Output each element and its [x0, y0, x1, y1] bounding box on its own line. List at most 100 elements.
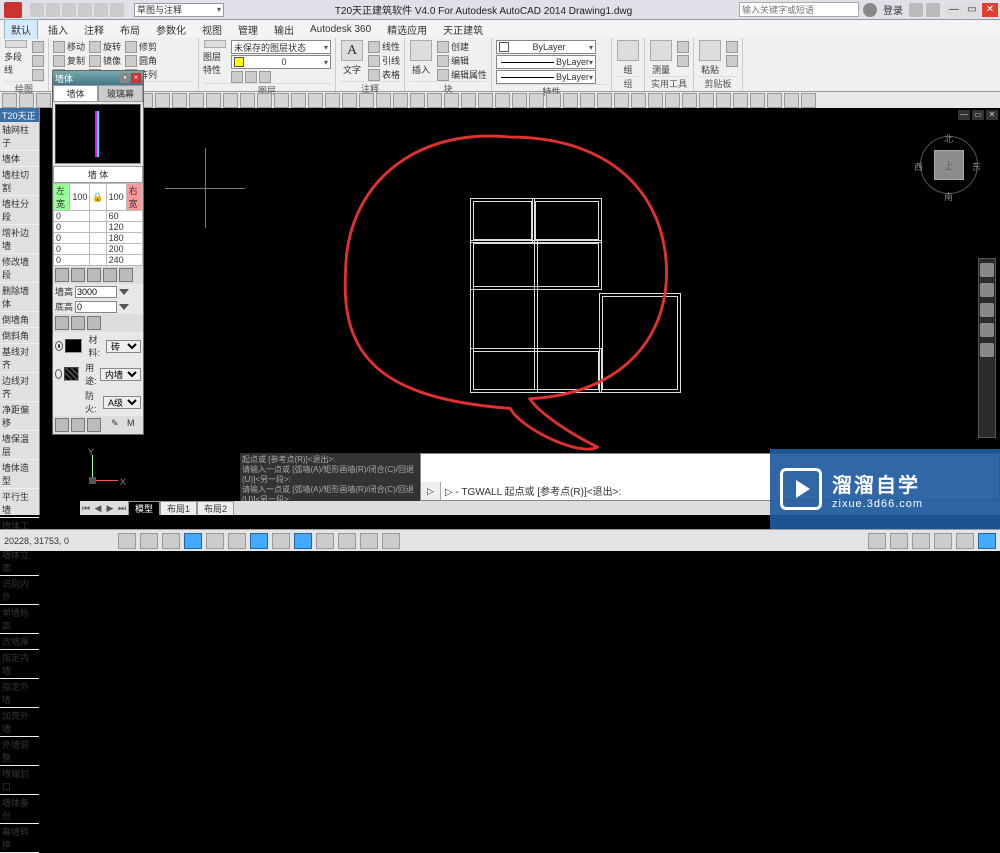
tab-featured[interactable]: 精选应用	[381, 20, 433, 39]
tool1-11[interactable]	[189, 93, 204, 108]
quick-access-toolbar[interactable]	[30, 3, 124, 17]
tab-first-icon[interactable]: ⏮	[80, 503, 92, 514]
move-label[interactable]: 移动	[67, 40, 85, 53]
inner-tab-wall[interactable]: 墙 体	[53, 166, 143, 183]
tool1-23[interactable]	[393, 93, 408, 108]
lwt-toggle[interactable]	[316, 533, 334, 549]
wall-base-input[interactable]	[75, 301, 117, 313]
util2-icon[interactable]	[677, 55, 689, 67]
color-combo[interactable]: ByLayer	[496, 40, 596, 54]
qat-new-icon[interactable]	[30, 3, 44, 17]
palette-item-18[interactable]: 单墙标高	[0, 605, 39, 634]
usage-select[interactable]: 内墙	[100, 368, 141, 381]
mode1-icon[interactable]	[55, 268, 69, 282]
help-search-input[interactable]	[739, 2, 859, 17]
layer-tool2-icon[interactable]	[245, 71, 257, 83]
tool1-30[interactable]	[512, 93, 527, 108]
tool1-40[interactable]	[682, 93, 697, 108]
hw-accel-icon[interactable]	[934, 533, 952, 549]
bottom-tool2-icon[interactable]	[71, 418, 85, 432]
fillet-icon[interactable]	[125, 55, 137, 67]
trim-icon[interactable]	[125, 41, 137, 53]
cmd-chevron-icon[interactable]: ▷	[421, 482, 441, 500]
palette-item-13[interactable]: 墙体造型	[0, 460, 39, 489]
leader-button[interactable]: 引线	[368, 54, 400, 67]
tool1-47[interactable]	[801, 93, 816, 108]
tab-default[interactable]: 默认	[4, 19, 38, 39]
qat-redo-icon[interactable]	[94, 3, 108, 17]
tab-model[interactable]: 模型	[128, 501, 160, 515]
arc-button[interactable]	[32, 68, 44, 81]
mode2-icon[interactable]	[71, 268, 85, 282]
cut-icon[interactable]	[726, 41, 738, 53]
tool1-26[interactable]	[444, 93, 459, 108]
qat-undo-icon[interactable]	[78, 3, 92, 17]
tool1-9[interactable]	[155, 93, 170, 108]
group-button[interactable]: 组	[616, 40, 640, 76]
tpy-toggle[interactable]	[338, 533, 356, 549]
coordinates[interactable]: 20228, 31753, 0	[4, 536, 114, 546]
copy-label[interactable]: 复制	[67, 54, 85, 67]
ann-scale-icon[interactable]	[890, 533, 908, 549]
palette-item-23[interactable]: 外墙调整	[0, 737, 39, 766]
layer-tool3-icon[interactable]	[259, 71, 271, 83]
signin-link[interactable]: 登录	[883, 2, 903, 17]
tab-manage[interactable]: 管理	[232, 20, 264, 39]
layer-props-button[interactable]: 图层特性	[203, 40, 227, 76]
tool1-35[interactable]	[597, 93, 612, 108]
paste-button[interactable]: 粘贴	[698, 40, 722, 76]
viewcube[interactable]: 上 北 南 东 西	[914, 132, 984, 222]
tool1-29[interactable]	[495, 93, 510, 108]
3dosnap-toggle[interactable]	[228, 533, 246, 549]
nav-wheel-icon[interactable]	[980, 263, 994, 277]
spin-icon[interactable]	[119, 304, 129, 310]
wall-tab-wall[interactable]: 墙体	[53, 85, 98, 102]
tool1-33[interactable]	[563, 93, 578, 108]
command-history[interactable]: 起点或 [参考点(R)]<退出>:请输入一点或 [弧墙(A)/矩形画墙(R)/闭…	[240, 453, 420, 501]
tab-view[interactable]: 视图	[196, 20, 228, 39]
polar-toggle[interactable]	[184, 533, 202, 549]
copy-icon[interactable]	[53, 55, 65, 67]
tool1-34[interactable]	[580, 93, 595, 108]
text-button[interactable]: A文字	[340, 40, 364, 76]
tool1-37[interactable]	[631, 93, 646, 108]
palette-item-9[interactable]: 基线对齐	[0, 344, 39, 373]
circle-button[interactable]	[32, 54, 44, 67]
maximize-button[interactable]: ▭	[964, 3, 980, 17]
model-button[interactable]	[868, 533, 886, 549]
viewcube-top[interactable]: 上	[934, 150, 964, 180]
tool1-0[interactable]	[2, 93, 17, 108]
tab-annotate[interactable]: 注释	[78, 20, 110, 39]
tool1-39[interactable]	[665, 93, 680, 108]
lineweight-combo[interactable]: ByLayer	[496, 55, 596, 69]
tool1-21[interactable]	[359, 93, 374, 108]
tab-insert[interactable]: 插入	[42, 20, 74, 39]
vp-min-icon[interactable]: —	[958, 110, 970, 120]
layer-tool-icon[interactable]	[231, 71, 243, 83]
palette-item-21[interactable]: 指定外墙	[0, 679, 39, 708]
tool1-14[interactable]	[240, 93, 255, 108]
palette-item-12[interactable]: 墙保温层	[0, 431, 39, 460]
workspace-icon[interactable]	[912, 533, 930, 549]
vp-max-icon[interactable]: ▭	[972, 110, 984, 120]
qat-print-icon[interactable]	[110, 3, 124, 17]
wall-panel-title[interactable]: 墙体 •×	[53, 71, 143, 85]
rotate-icon[interactable]	[89, 41, 101, 53]
tool1-46[interactable]	[784, 93, 799, 108]
nav-orbit-icon[interactable]	[980, 323, 994, 337]
tool1-2[interactable]	[36, 93, 51, 108]
tool1-41[interactable]	[699, 93, 714, 108]
tool1-13[interactable]	[223, 93, 238, 108]
palette-item-11[interactable]: 净距偏移	[0, 402, 39, 431]
isolate-icon[interactable]	[956, 533, 974, 549]
tool1-45[interactable]	[767, 93, 782, 108]
nav-showmotion-icon[interactable]	[980, 343, 994, 357]
user-icon[interactable]	[863, 3, 877, 17]
nav-zoom-icon[interactable]	[980, 303, 994, 317]
wall-height-input[interactable]	[75, 286, 117, 298]
tool1-12[interactable]	[206, 93, 221, 108]
ortho-toggle[interactable]	[162, 533, 180, 549]
tool1-16[interactable]	[274, 93, 289, 108]
swatch-hatch[interactable]	[64, 367, 79, 381]
left-width-value[interactable]: 100	[70, 184, 90, 211]
